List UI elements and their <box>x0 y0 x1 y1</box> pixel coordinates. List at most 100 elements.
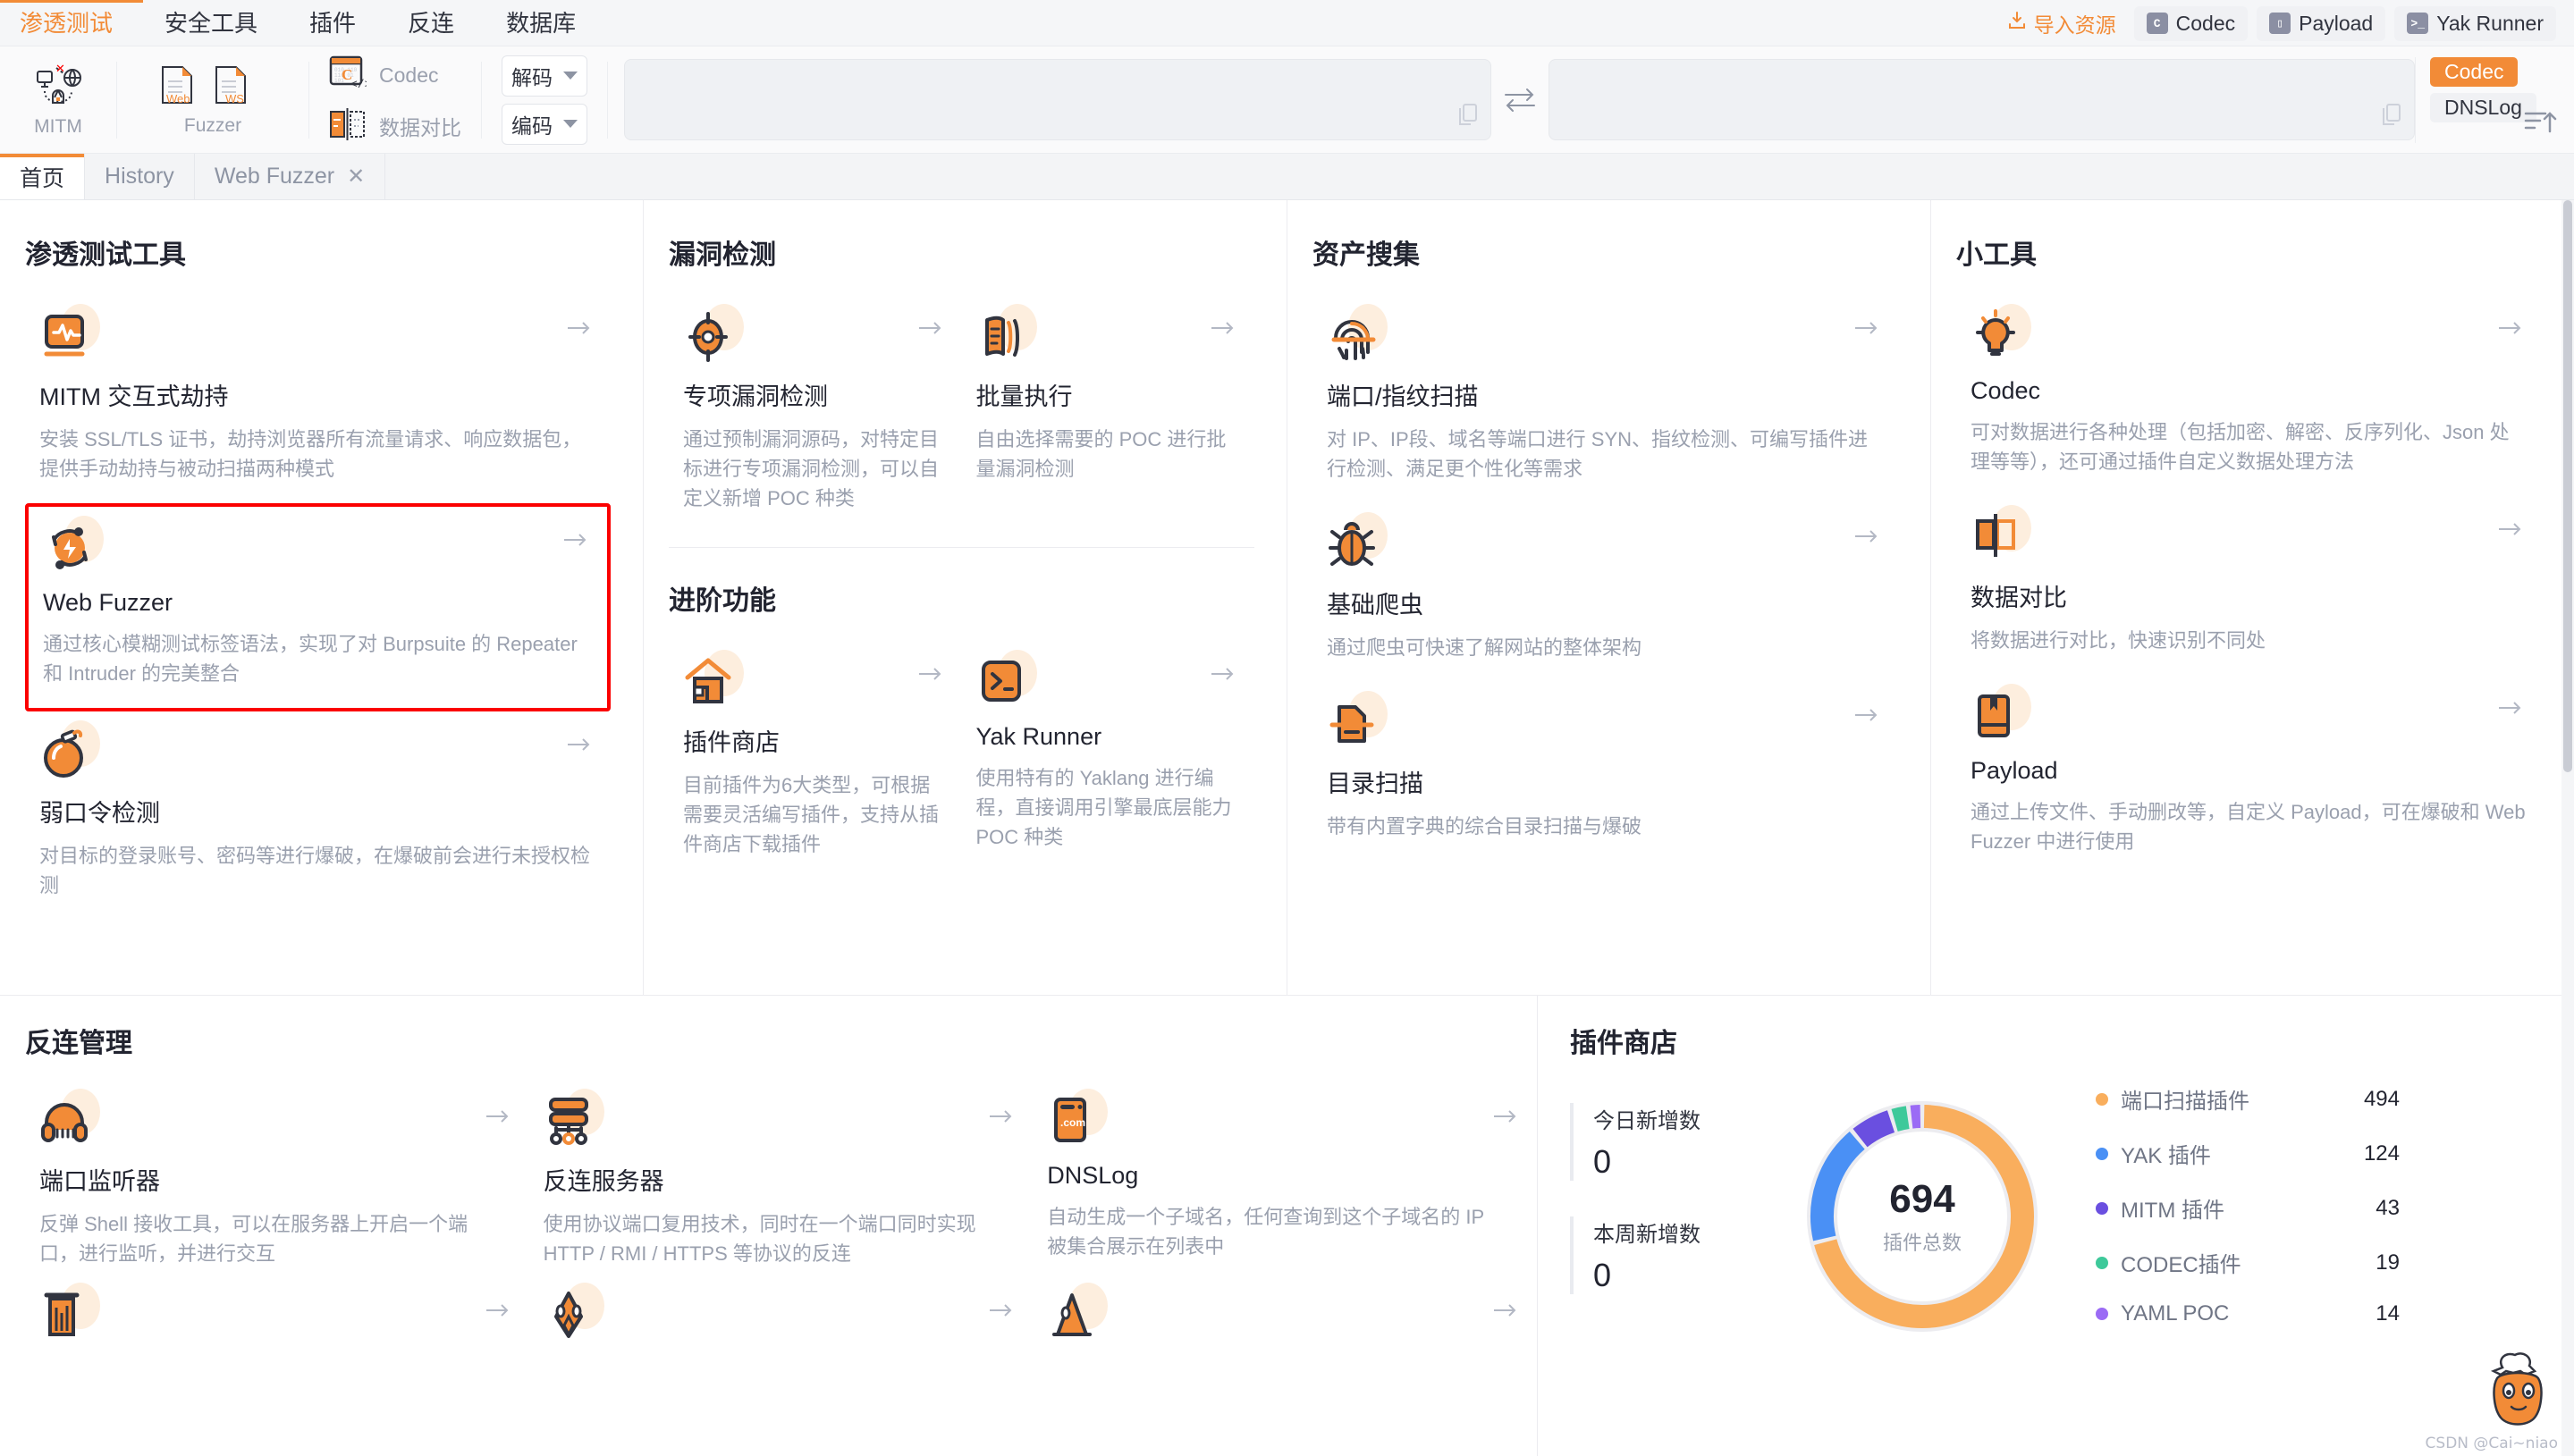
card-weak-password[interactable]: 弱口令检测 对目标的登录账号、密码等进行爆破，在爆破前会进行未授权检测 <box>25 711 611 920</box>
legend-row[interactable]: 端口扫描插件 494 <box>2096 1083 2400 1115</box>
card-directory-scan[interactable]: 目录扫描 带有内置字典的综合目录扫描与爆破 <box>1312 682 1898 861</box>
card-title: MITM 交互式劫持 <box>39 383 229 410</box>
arrow-right-icon[interactable] <box>485 1107 510 1131</box>
sort-ascending-icon[interactable] <box>2522 106 2558 141</box>
card-payload[interactable]: Payload 通过上传文件、手动删改等，自定义 Payload，可在爆破和 W… <box>1956 675 2542 876</box>
cone-icon <box>1047 1283 1109 1345</box>
arrow-right-icon[interactable] <box>566 735 591 759</box>
menu-item-pentest[interactable]: 渗透测试 <box>0 0 144 46</box>
payload-book-icon <box>1971 684 2031 746</box>
codec-window-icon: 010 110 110 01 101 C </> <box>329 55 372 96</box>
card-title: Payload <box>1971 757 2058 784</box>
card-data-compare[interactable]: 数据对比 将数据进行对比，快速识别不同处 <box>1956 496 2542 675</box>
menu-item-plugins[interactable]: 插件 <box>309 0 356 46</box>
card-desc: 自动生成一个子域名，任何查询到这个子域名的 IP 被集合展示在列表中 <box>1047 1206 1484 1258</box>
menu-item-reverse[interactable]: 反连 <box>408 0 454 46</box>
fuzzer-tool-button[interactable]: Web WS Fuzzer <box>137 63 289 137</box>
tab-web-fuzzer[interactable]: Web Fuzzer ✕ <box>195 154 386 199</box>
swap-button[interactable] <box>1491 46 1549 153</box>
tab-history-label: History <box>105 164 174 189</box>
card-dnslog[interactable]: .com DNSLog 自动生成一个子域名，任何查询到这个子域名的 IP 被集合… <box>1033 1083 1537 1277</box>
codec-icon: C <box>2146 13 2168 34</box>
decode-select[interactable]: 解码 <box>502 55 587 97</box>
legend-row[interactable]: CODEC插件 19 <box>2096 1247 2400 1278</box>
arrow-right-icon[interactable] <box>988 1300 1013 1325</box>
arrow-right-icon[interactable] <box>1492 1107 1517 1131</box>
card-web-fuzzer[interactable]: Web Fuzzer 通过核心模糊测试标签语法，实现了对 Burpsuite 的… <box>25 503 611 711</box>
arrow-right-icon[interactable] <box>1492 1300 1517 1325</box>
codec-output-area[interactable] <box>1548 59 2415 140</box>
card-basic-crawler[interactable]: 基础爬虫 通过爬虫可快速了解网站的整体架构 <box>1312 503 1898 682</box>
tab-web-fuzzer-label: Web Fuzzer <box>214 164 335 189</box>
codec-input-area[interactable] <box>624 59 1491 140</box>
encode-select[interactable]: 编码 <box>502 103 587 145</box>
legend-row[interactable]: YAK 插件 124 <box>2096 1138 2400 1169</box>
quick-payload-button[interactable]: ▯ Payload <box>2257 5 2386 41</box>
card-batch-execute[interactable]: 批量执行 自由选择需要的 POC 进行批量漏洞检测 <box>962 295 1255 533</box>
svg-text:✕: ✕ <box>55 63 65 75</box>
arrow-right-icon[interactable] <box>2497 519 2522 543</box>
arrow-right-icon[interactable] <box>917 318 942 342</box>
copy-icon[interactable] <box>2382 103 2401 130</box>
terminal-icon <box>976 650 1037 712</box>
bomb-icon <box>39 720 100 783</box>
card-reverse-server[interactable]: 反连服务器 使用协议端口复用技术，同时在一个端口同时实现 HTTP / RMI … <box>529 1083 1034 1277</box>
card-desc: 带有内置字典的综合目录扫描与爆破 <box>1327 815 1642 837</box>
legend-label: CODEC插件 <box>2121 1253 2241 1277</box>
card-plugin-store[interactable]: 插件商店 目前插件为6大类型，可根据需要灵活编写插件，支持从插件商店下载插件 <box>669 641 962 879</box>
arrow-right-icon[interactable] <box>485 1300 510 1325</box>
legend-row[interactable]: MITM 插件 43 <box>2096 1192 2400 1224</box>
card-desc: 可对数据进行各种处理（包括加密、解密、反序列化、Json 处理等等），还可通过插… <box>1971 421 2510 473</box>
card-codec[interactable]: Codec 可对数据进行各种处理（包括加密、解密、反序列化、Json 处理等等）… <box>1956 295 2542 496</box>
arrow-right-icon[interactable] <box>1853 526 1878 551</box>
quick-codec-button[interactable]: C Codec <box>2133 5 2249 41</box>
card-cone-tool[interactable] <box>1033 1277 1537 1367</box>
arrow-right-icon[interactable] <box>2497 698 2522 722</box>
data-compare-tool-button[interactable]: 数据对比 <box>329 105 461 147</box>
chevron-down-icon <box>563 120 578 128</box>
card-rocket-tool[interactable] <box>529 1277 1034 1367</box>
card-desc: 安装 SSL/TLS 证书，劫持浏览器所有流量请求、响应数据包，提供手动劫持与被… <box>39 428 582 480</box>
legend-row[interactable]: YAML POC 14 <box>2096 1301 2400 1326</box>
card-title: 弱口令检测 <box>39 800 160 827</box>
card-port-listener[interactable]: 端口监听器 反弹 Shell 接收工具，可以在服务器上开启一个端口，进行监听，并… <box>25 1083 529 1277</box>
arrow-right-icon[interactable] <box>2497 318 2522 342</box>
codec-tool-button[interactable]: 010 110 110 01 101 C </> Codec <box>329 53 461 98</box>
card-title: 专项漏洞检测 <box>683 383 828 410</box>
card-yak-runner[interactable]: Yak Runner 使用特有的 Yaklang 进行编程，直接调用引擎最底层能… <box>962 641 1255 879</box>
tab-bar: 首页 History Web Fuzzer ✕ <box>0 154 2574 200</box>
tag-codec-button[interactable]: Codec <box>2430 56 2519 87</box>
arrow-right-icon[interactable] <box>988 1107 1013 1131</box>
tab-home[interactable]: 首页 <box>0 154 86 199</box>
legend-value: 19 <box>2376 1250 2400 1275</box>
scrollbar-thumb[interactable] <box>2563 200 2572 772</box>
import-resource-button[interactable]: 导入资源 <box>1997 8 2125 38</box>
plugin-store-panel: 插件商店 今日新增数 0 本周新增数 0 694 插件总数 端口扫描插件 494… <box>1538 996 2574 1456</box>
card-title: 目录扫描 <box>1327 770 1423 797</box>
arrow-right-icon[interactable] <box>562 530 587 554</box>
arrow-right-icon[interactable] <box>1853 705 1878 729</box>
arrow-right-icon[interactable] <box>917 664 942 688</box>
arrow-right-icon[interactable] <box>566 318 591 342</box>
column-asset-collection: 资产搜集 端口/指纹扫描 对 IP、IP段、域名等端口进行 SYN、指纹检测、可… <box>1287 200 1931 995</box>
fuzzer-docs-icon: Web WS <box>157 63 268 111</box>
close-icon[interactable]: ✕ <box>347 164 365 189</box>
arrow-right-icon[interactable] <box>1210 664 1235 688</box>
menu-item-database[interactable]: 数据库 <box>506 0 576 46</box>
card-special-vuln-scan[interactable]: 专项漏洞检测 通过预制漏洞源码，对特定目标进行专项漏洞检测，可以自定义新增 PO… <box>669 295 962 533</box>
data-compare-icon <box>329 107 367 145</box>
mitm-tool-button[interactable]: ✕ MITM <box>20 62 97 138</box>
menu-item-security-tools[interactable]: 安全工具 <box>165 0 257 46</box>
card-port-fingerprint-scan[interactable]: 端口/指纹扫描 对 IP、IP段、域名等端口进行 SYN、指纹检测、可编写插件进… <box>1312 295 1898 503</box>
card-mitm[interactable]: MITM 交互式劫持 安装 SSL/TLS 证书，劫持浏览器所有流量请求、响应数… <box>25 295 611 503</box>
arrow-right-icon[interactable] <box>1853 318 1878 342</box>
chart-icon <box>39 1283 100 1345</box>
card-title: Codec <box>1971 377 2041 404</box>
chevron-down-icon <box>563 72 578 80</box>
card-chart-tool[interactable] <box>25 1277 529 1367</box>
tag-dnslog-button[interactable]: DNSLog <box>2430 92 2536 122</box>
arrow-right-icon[interactable] <box>1210 318 1235 342</box>
quick-yak-runner-button[interactable]: >_ Yak Runner <box>2394 5 2556 41</box>
tab-history[interactable]: History <box>85 154 195 199</box>
copy-icon[interactable] <box>1458 103 1478 130</box>
